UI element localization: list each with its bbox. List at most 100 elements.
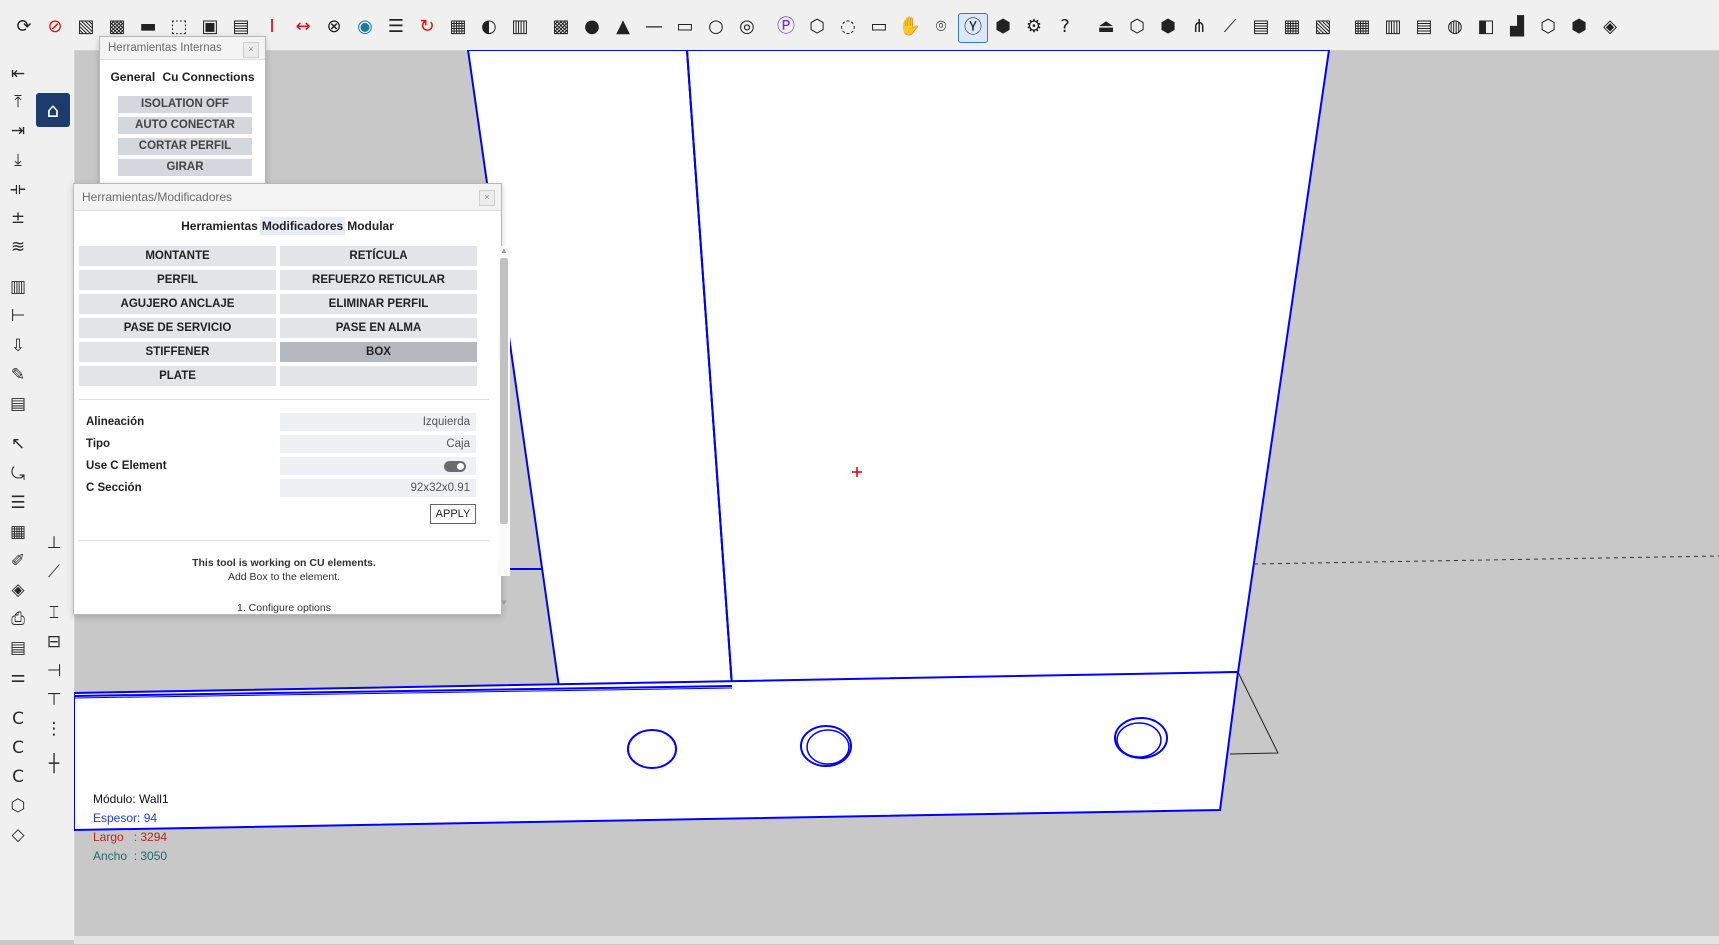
- empty-button[interactable]: [280, 366, 477, 386]
- hide-icon[interactable]: ⊗: [320, 13, 348, 41]
- bracket-tool-icon[interactable]: ⌶: [42, 601, 66, 625]
- double-arrow-icon[interactable]: ↔: [289, 13, 317, 41]
- eye-hide-icon[interactable]: ◎: [733, 13, 761, 41]
- sheet-icon[interactable]: ▧: [72, 13, 100, 41]
- line-icon[interactable]: —: [640, 13, 668, 41]
- cube-open-icon[interactable]: ⬢: [1154, 13, 1182, 41]
- import-icon[interactable]: ⇩: [6, 334, 30, 358]
- cross-tool-icon[interactable]: ┼: [42, 752, 66, 776]
- align-left-icon[interactable]: ⇤: [6, 62, 30, 86]
- align-top-icon[interactable]: ⤒: [6, 90, 30, 114]
- layers-icon[interactable]: ▤: [1410, 13, 1438, 41]
- tab-cu-connections[interactable]: Cu Connections: [161, 68, 257, 86]
- diagonal-tool-icon[interactable]: ⟋: [42, 560, 66, 584]
- cube-icon[interactable]: ⬢: [989, 13, 1017, 41]
- circle-icon[interactable]: ○: [702, 13, 730, 41]
- target-icon[interactable]: ◉: [351, 13, 379, 41]
- select-arrow-icon[interactable]: ↖: [6, 432, 30, 456]
- stair-icon[interactable]: ▟: [1503, 13, 1531, 41]
- fan-icon[interactable]: ⋔: [1185, 13, 1213, 41]
- c-seccion-select[interactable]: 92x32x0.91: [280, 479, 476, 497]
- perfil-button[interactable]: PERFIL: [79, 270, 276, 290]
- isolation-off-button[interactable]: ISOLATION OFF: [118, 96, 252, 113]
- note-icon[interactable]: ▤: [1247, 13, 1275, 41]
- dashed-tool-icon[interactable]: ⋮: [42, 717, 66, 741]
- report-icon[interactable]: ▤: [6, 636, 30, 660]
- alineacion-select[interactable]: Izquierda: [280, 413, 476, 431]
- furniture-tool-icon[interactable]: ⌂: [36, 93, 70, 127]
- profile-icon[interactable]: ◍: [1441, 13, 1469, 41]
- tab-modificadores[interactable]: Modificadores: [259, 217, 346, 235]
- shapes-icon[interactable]: ◧: [1472, 13, 1500, 41]
- style-icon[interactable]: ◐: [475, 13, 503, 41]
- texture-icon[interactable]: ▦: [444, 13, 472, 41]
- y-axis-icon[interactable]: Ⓨ: [958, 13, 988, 43]
- cortar-perfil-button[interactable]: CORTAR PERFIL: [118, 138, 252, 155]
- girar-button[interactable]: GIRAR: [118, 159, 252, 176]
- top-bar-icon[interactable]: ⊤: [42, 688, 66, 712]
- montante-button[interactable]: MONTANTE: [79, 246, 276, 266]
- grid-icon[interactable]: ▦: [6, 520, 30, 544]
- scroll-up-icon[interactable]: ▲: [498, 246, 510, 256]
- dimension-icon[interactable]: ⊢: [6, 304, 30, 328]
- box-button[interactable]: BOX: [280, 342, 477, 362]
- rotate-icon[interactable]: ⟳: [10, 13, 38, 41]
- cube-outline-icon[interactable]: ⬡: [1123, 13, 1151, 41]
- pase-de-servicio-button[interactable]: PASE DE SERVICIO: [79, 318, 276, 338]
- tab-general[interactable]: General: [108, 68, 157, 86]
- plugin-p-icon[interactable]: Ⓟ: [772, 13, 800, 41]
- eliminar-perfil-button[interactable]: ELIMINAR PERFIL: [280, 294, 477, 314]
- layers-icon[interactable]: ◈: [6, 578, 30, 602]
- tab-herramientas[interactable]: Herramientas: [179, 217, 260, 235]
- no-entry-icon[interactable]: ⊘: [41, 13, 69, 41]
- pan-icon[interactable]: ✋: [896, 13, 924, 41]
- stack-icon[interactable]: ◇: [6, 823, 30, 847]
- orbit-icon[interactable]: ◌: [834, 13, 862, 41]
- agujero-anclaje-button[interactable]: AGUJERO ANCLAJE: [79, 294, 276, 314]
- grid-table-icon[interactable]: ▦: [1348, 13, 1376, 41]
- sliders-icon[interactable]: ⚌: [6, 665, 30, 689]
- print-icon[interactable]: ⎙: [6, 607, 30, 631]
- columns-icon[interactable]: ▥: [6, 275, 30, 299]
- panel-scrollbar[interactable]: ▲: [498, 246, 510, 576]
- section-icon[interactable]: ⏏: [1092, 13, 1120, 41]
- rectangle-icon[interactable]: ▭: [671, 13, 699, 41]
- tile2-icon[interactable]: ▧: [1309, 13, 1337, 41]
- ver-ran-icon[interactable]: ▥: [506, 13, 534, 41]
- frame-tool-icon[interactable]: ⊟: [42, 630, 66, 654]
- cube-front-icon[interactable]: ⬢: [1565, 13, 1593, 41]
- draw-icon[interactable]: ✐: [6, 549, 30, 573]
- cube-iso-icon[interactable]: ◈: [1596, 13, 1624, 41]
- c-profile-3-icon[interactable]: C: [6, 765, 30, 789]
- plate-button[interactable]: PLATE: [79, 366, 276, 386]
- scroll-down-icon[interactable]: ▼: [498, 598, 510, 608]
- close-icon[interactable]: ×: [479, 190, 495, 206]
- align-bottom-icon[interactable]: ⤓: [6, 148, 30, 172]
- edit-icon[interactable]: ✎: [6, 363, 30, 387]
- cube-top-icon[interactable]: ⬡: [1534, 13, 1562, 41]
- align-right-icon[interactable]: ⇥: [6, 119, 30, 143]
- c-profile-icon[interactable]: C: [6, 707, 30, 731]
- list-icon[interactable]: ☰: [6, 491, 30, 515]
- columns-icon[interactable]: ▥: [1379, 13, 1407, 41]
- stiffener-button[interactable]: STIFFENER: [79, 342, 276, 362]
- tile-icon[interactable]: ▦: [1278, 13, 1306, 41]
- ruler-icon[interactable]: ⟋: [1216, 13, 1244, 41]
- box-3d-icon[interactable]: ⬡: [6, 794, 30, 818]
- refuerzo-reticular-button[interactable]: REFUERZO RETICULAR: [280, 270, 477, 290]
- use-c-element-toggle[interactable]: [444, 461, 466, 472]
- iso-box-icon[interactable]: ⬡: [803, 13, 831, 41]
- stretch-icon[interactable]: ≋: [6, 235, 30, 259]
- tab-modular[interactable]: Modular: [345, 217, 396, 235]
- checklist-icon[interactable]: ☰: [382, 13, 410, 41]
- table-icon[interactable]: ▤: [6, 392, 30, 416]
- camera-video-icon[interactable]: ▭: [865, 13, 893, 41]
- distribute-h-icon[interactable]: ⟛: [6, 177, 30, 201]
- settings-icon[interactable]: ⚙: [1020, 13, 1048, 41]
- scroll-thumb[interactable]: [500, 258, 508, 524]
- close-icon[interactable]: ×: [243, 42, 259, 58]
- triangle-icon[interactable]: ▲: [609, 13, 637, 41]
- grid-icon[interactable]: ▩: [547, 13, 575, 41]
- vertical-divide-icon[interactable]: ⊣: [42, 659, 66, 683]
- c-profile-2-icon[interactable]: C: [6, 736, 30, 760]
